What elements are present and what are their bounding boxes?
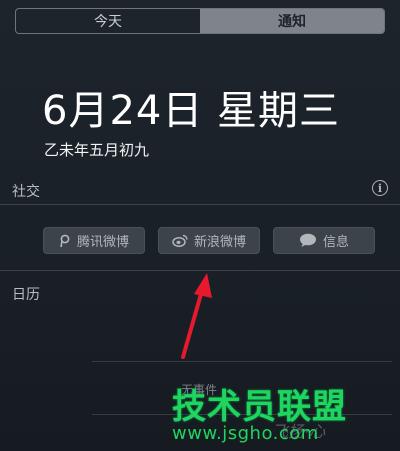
watermark-url: www.jsgho.com: [172, 423, 319, 444]
